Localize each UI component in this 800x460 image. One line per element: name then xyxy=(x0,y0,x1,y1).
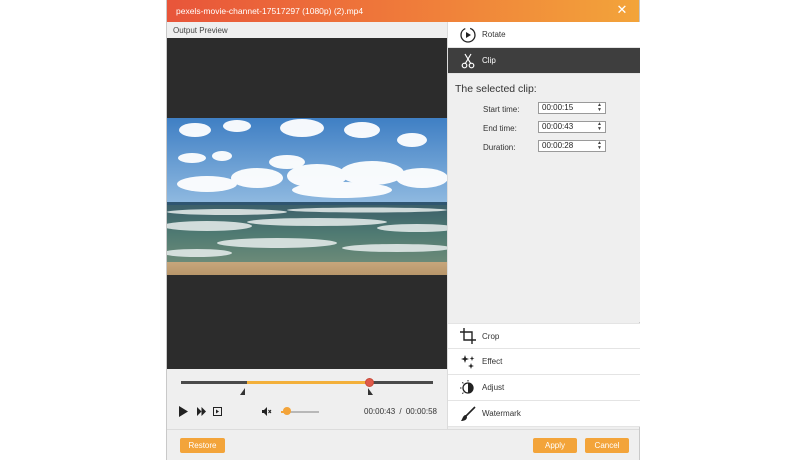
footer-bar: Restore Apply Cancel xyxy=(167,429,639,460)
spinner-icon[interactable]: ▲ ▼ xyxy=(597,122,602,132)
tool-effect[interactable]: Effect xyxy=(448,349,640,375)
fast-forward-icon[interactable] xyxy=(197,407,206,418)
editor-window: pexels-movie-channet-17517297 (1080p) (2… xyxy=(166,0,640,460)
apply-button[interactable]: Apply xyxy=(533,438,577,453)
tool-clip[interactable]: Clip xyxy=(448,48,640,74)
timeline-selection xyxy=(247,381,369,384)
tool-rotate-label: Rotate xyxy=(482,30,506,39)
video-thumbnail xyxy=(167,118,447,275)
tool-rotate[interactable]: Rotate xyxy=(448,22,640,48)
start-time-label: Start time: xyxy=(483,105,520,114)
spinner-icon[interactable]: ▲ ▼ xyxy=(597,103,602,113)
total-time: 00:00:58 xyxy=(405,407,437,416)
tool-watermark[interactable]: Watermark xyxy=(448,401,640,427)
duration-field[interactable]: 00:00:28 ▲ ▼ xyxy=(538,140,606,152)
tool-crop-label: Crop xyxy=(482,331,500,341)
scissors-icon xyxy=(459,52,477,70)
spinner-icon[interactable]: ▲ ▼ xyxy=(597,141,602,151)
current-time: 00:00:43 xyxy=(364,407,396,416)
timecode: 00:00:43 / 00:00:58 xyxy=(363,407,438,416)
tool-adjust-label: Adjust xyxy=(482,383,505,392)
tool-watermark-label: Watermark xyxy=(482,409,521,418)
tool-adjust[interactable]: Adjust xyxy=(448,375,640,401)
playback-controls: 00:00:43 / 00:00:58 xyxy=(167,369,447,429)
brush-icon xyxy=(459,405,477,423)
clip-heading: The selected clip: xyxy=(455,83,537,95)
output-preview-label: Output Preview xyxy=(173,26,228,35)
title-bar: pexels-movie-channet-17517297 (1080p) (2… xyxy=(167,0,639,22)
close-icon[interactable]: ✕ xyxy=(615,3,629,17)
end-time-label: End time: xyxy=(483,124,517,133)
tool-crop[interactable]: Crop xyxy=(448,323,640,349)
start-time-field[interactable]: 00:00:15 ▲ ▼ xyxy=(538,102,606,114)
video-preview xyxy=(167,38,447,369)
end-time-value: 00:00:43 xyxy=(542,122,574,131)
clip-settings: The selected clip: Start time: 00:00:15 … xyxy=(448,74,640,322)
volume-handle[interactable] xyxy=(283,407,291,415)
clip-end-marker[interactable] xyxy=(368,388,373,395)
video-frame xyxy=(167,118,447,275)
clip-start-marker[interactable] xyxy=(240,388,245,395)
play-icon[interactable] xyxy=(178,406,188,419)
tool-clip-label: Clip xyxy=(482,56,496,65)
crop-icon xyxy=(459,327,477,345)
start-time-value: 00:00:15 xyxy=(542,103,574,112)
brightness-icon xyxy=(459,379,477,397)
tool-effect-label: Effect xyxy=(482,357,503,366)
restore-button[interactable]: Restore xyxy=(180,438,225,453)
cancel-button[interactable]: Cancel xyxy=(585,438,629,453)
end-time-field[interactable]: 00:00:43 ▲ ▼ xyxy=(538,121,606,133)
sparkle-icon xyxy=(459,353,477,371)
time-separator: / xyxy=(399,407,402,416)
volume-icon[interactable] xyxy=(262,407,272,418)
tools-panel: Rotate Clip The selected clip: Start tim… xyxy=(447,22,640,429)
playhead-handle[interactable] xyxy=(365,378,374,387)
window-title: pexels-movie-channet-17517297 (1080p) (2… xyxy=(176,6,364,16)
duration-value: 00:00:28 xyxy=(542,141,574,150)
next-frame-icon[interactable] xyxy=(213,407,222,418)
rotate-icon xyxy=(459,26,477,44)
duration-label: Duration: xyxy=(483,143,516,152)
